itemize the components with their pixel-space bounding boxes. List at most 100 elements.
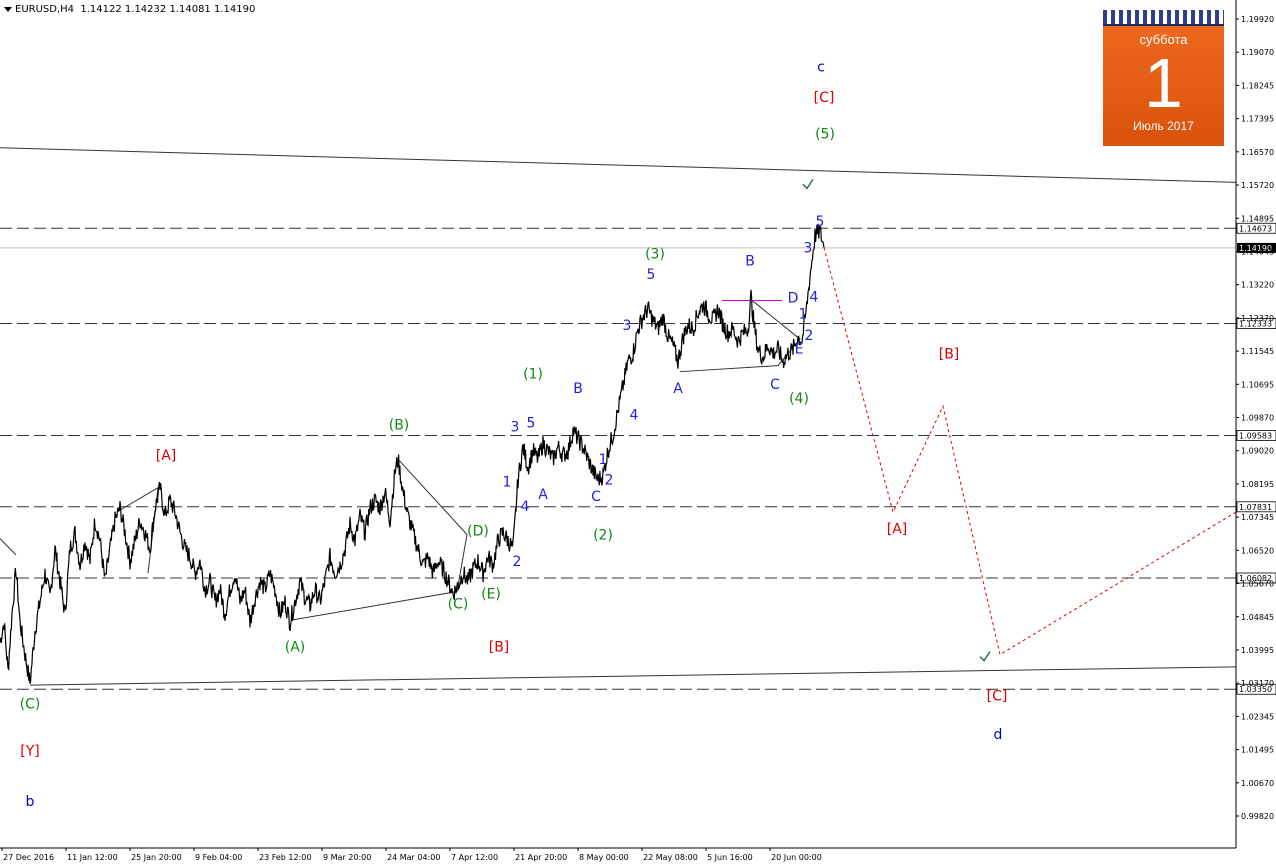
wave-label: (A)	[285, 639, 306, 655]
wave-label: 5	[647, 267, 656, 283]
wave-label: (3)	[645, 247, 665, 263]
check-mark-icon	[979, 651, 991, 662]
wave-label: A	[538, 487, 548, 503]
wave-label: [B]	[939, 346, 960, 362]
wave-label: E	[795, 341, 804, 357]
wave-label: (C)	[20, 696, 41, 712]
wave-label: A	[673, 381, 683, 397]
price-series-layer	[0, 223, 1237, 684]
wave-label: 3	[804, 241, 813, 257]
x-tick-label: 5 Jun 16:00	[707, 853, 753, 862]
wave-label: 2	[805, 328, 814, 344]
wave-label: c	[817, 59, 825, 75]
y-tick-label: 1.16570	[1241, 148, 1274, 157]
y-tick-label: 1.18245	[1241, 81, 1274, 90]
wave-label: C	[591, 489, 601, 505]
wave-label: 1	[503, 475, 512, 491]
y-tick-label: 1.19070	[1241, 48, 1274, 57]
forecast-path	[823, 247, 1237, 656]
wave-label: 5	[816, 214, 825, 230]
y-tick-label: 1.02345	[1241, 712, 1274, 721]
y-tick-label: 1.00670	[1241, 779, 1274, 788]
y-tick-label: 1.03995	[1241, 646, 1274, 655]
x-tick-label: 22 May 08:00	[643, 853, 698, 862]
y-tick-label: 1.17395	[1241, 115, 1274, 124]
y-tick-label: 1.09870	[1241, 414, 1274, 423]
x-tick-label: 25 Jan 20:00	[131, 853, 182, 862]
y-tick-label: 1.12370	[1241, 314, 1274, 323]
x-tick-label: 21 Apr 20:00	[515, 853, 567, 862]
x-tick-label: 20 Jun 00:00	[771, 853, 822, 862]
wave-label: B	[745, 254, 755, 270]
wave-label: (1)	[523, 367, 543, 383]
wave-label: C	[770, 377, 780, 393]
wave-label: 4	[810, 289, 819, 305]
trend-line	[0, 147, 1237, 183]
wave-label: 4	[630, 407, 639, 423]
wave-label: d	[994, 727, 1003, 743]
x-tick-label: 7 Apr 12:00	[451, 853, 498, 862]
wave-label: [A]	[887, 521, 908, 537]
wave-label: 1	[799, 306, 808, 322]
x-tick-label: 9 Feb 04:00	[195, 853, 242, 862]
wave-label: [B]	[489, 639, 510, 655]
y-tick-label: 1.10695	[1241, 380, 1274, 389]
wave-label: 2	[513, 554, 522, 570]
wave-label: (5)	[815, 127, 835, 143]
level-tag: 1.07831	[1239, 503, 1272, 512]
x-tick-label: 11 Jan 12:00	[67, 853, 118, 862]
x-tick-label: 9 Mar 20:00	[323, 853, 371, 862]
y-tick-label: 1.13220	[1241, 281, 1274, 290]
y-tick-label: 1.08195	[1241, 480, 1274, 489]
wave-label: [Y]	[20, 743, 39, 759]
wave-label: (B)	[389, 418, 410, 434]
y-tick-label: 1.07345	[1241, 513, 1274, 522]
wave-label: (D)	[467, 523, 489, 539]
level-tag: 1.09583	[1239, 431, 1272, 440]
wave-label: (C)	[448, 597, 469, 613]
wave-label: 1	[599, 452, 608, 468]
trend-line	[0, 538, 17, 556]
wave-label: (2)	[593, 528, 613, 544]
wave-label: [C]	[814, 90, 835, 106]
wave-label: [C]	[987, 688, 1008, 704]
x-tick-label: 23 Feb 12:00	[259, 853, 311, 862]
wave-label: (4)	[789, 391, 809, 407]
y-tick-label: 1.03170	[1241, 679, 1274, 688]
calendar-month-year: Июль 2017	[1133, 119, 1194, 133]
x-tick-label: 27 Dec 2016	[3, 853, 54, 862]
wave-label: 2	[605, 473, 614, 489]
x-tick-label: 8 May 00:00	[579, 853, 629, 862]
y-tick-label: 1.01495	[1241, 746, 1274, 755]
wave-label: 5	[527, 416, 536, 432]
y-tick-label: 1.11545	[1241, 347, 1274, 356]
calendar-rings	[1103, 10, 1224, 26]
y-tick-label: 1.19920	[1241, 15, 1274, 24]
level-lines-layer: 1.146731.123331.095831.078311.060821.033…	[0, 222, 1276, 695]
level-tag: 1.14673	[1239, 224, 1272, 233]
calendar-day: 1	[1144, 44, 1183, 122]
y-tick-label: 1.05670	[1241, 580, 1274, 589]
y-tick-label: 1.14895	[1241, 214, 1274, 223]
y-tick-label: 1.04845	[1241, 613, 1274, 622]
wave-label: B	[573, 381, 583, 397]
x-tick-label: 24 Mar 04:00	[387, 853, 440, 862]
y-tick-label: 1.09020	[1241, 447, 1274, 456]
price-chart[interactable]: 1.146731.123331.095831.078311.060821.033…	[0, 0, 1276, 868]
wave-label: 4	[521, 499, 530, 515]
y-tick-label: 1.15720	[1241, 181, 1274, 190]
y-tick-label: 1.06520	[1241, 546, 1274, 555]
trend-line	[29, 666, 1237, 686]
wave-label: b	[26, 794, 35, 810]
price-series-line	[0, 223, 825, 684]
check-mark-icon	[802, 179, 814, 190]
y-tick-label: 0.99820	[1241, 812, 1274, 821]
wave-label: [A]	[156, 448, 177, 464]
wave-label: D	[788, 291, 799, 307]
wave-label: 3	[511, 420, 520, 436]
calendar-widget: суббота 1 Июль 2017	[1103, 10, 1224, 146]
wave-label: (E)	[481, 587, 501, 603]
y-tick-label: 1.14045	[1241, 247, 1274, 256]
wave-label: 3	[623, 318, 632, 334]
axes-layer: 1.19920 1.19070 1.18245 1.17395 1.16570 1.157…	[0, 0, 1274, 862]
